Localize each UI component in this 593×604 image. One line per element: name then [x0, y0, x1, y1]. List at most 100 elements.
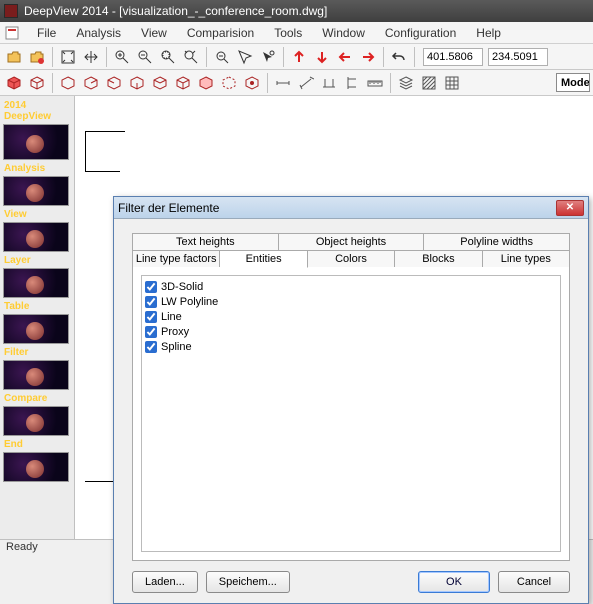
window-titlebar: DeepView 2014 - [visualization_-_confere…	[0, 0, 593, 22]
dim-horizontal-icon[interactable]	[318, 72, 340, 94]
sidebar-item-home[interactable]: 2014 DeepView	[3, 100, 71, 161]
layers-icon[interactable]	[395, 72, 417, 94]
menu-file[interactable]: File	[28, 24, 65, 42]
hatch-icon[interactable]	[418, 72, 440, 94]
tab-polyline-widths[interactable]: Polyline widths	[424, 233, 570, 250]
coord-y: 234.5091	[488, 48, 548, 66]
model-space-label[interactable]: Model	[556, 73, 590, 92]
list-item-label: Proxy	[161, 326, 189, 338]
cancel-button[interactable]: Cancel	[498, 571, 570, 593]
menu-tools[interactable]: Tools	[265, 24, 311, 42]
cube-view7-icon[interactable]	[195, 72, 217, 94]
list-item[interactable]: Proxy	[145, 324, 557, 339]
list-item[interactable]: Spline	[145, 339, 557, 354]
zoom-window-icon[interactable]	[157, 46, 179, 68]
menu-window[interactable]: Window	[313, 24, 374, 42]
ok-button[interactable]: OK	[418, 571, 490, 593]
checkbox[interactable]	[145, 341, 157, 353]
arrow-up-icon[interactable]	[288, 46, 310, 68]
sidebar-item-label: Table	[3, 301, 71, 312]
sidebar-item-label: Compare	[3, 393, 71, 404]
zoom-selection-icon[interactable]	[234, 46, 256, 68]
sidebar-item-view[interactable]: View	[3, 209, 71, 253]
sidebar-item-table[interactable]: Table	[3, 301, 71, 345]
sidebar-item-filter[interactable]: Filter	[3, 347, 71, 391]
list-item[interactable]: Line	[145, 309, 557, 324]
tab-line-types[interactable]: Line types	[483, 250, 570, 268]
tab-colors[interactable]: Colors	[308, 250, 395, 268]
sidebar-item-layer[interactable]: Layer	[3, 255, 71, 299]
menu-comparision[interactable]: Comparision	[178, 24, 263, 42]
tab-line-type-factors[interactable]: Line type factors	[132, 250, 220, 268]
menubar: File Analysis View Comparision Tools Win…	[0, 22, 593, 44]
load-button[interactable]: Laden...	[132, 571, 198, 593]
cube-outline-icon[interactable]	[26, 72, 48, 94]
arrow-down-icon[interactable]	[311, 46, 333, 68]
checkbox[interactable]	[145, 296, 157, 308]
menu-analysis[interactable]: Analysis	[67, 24, 130, 42]
cube-view2-icon[interactable]	[80, 72, 102, 94]
sidebar-item-label: Analysis	[3, 163, 71, 174]
cube-view9-icon[interactable]	[241, 72, 263, 94]
sidebar-item-analysis[interactable]: Analysis	[3, 163, 71, 207]
list-item[interactable]: LW Polyline	[145, 294, 557, 309]
dim-linear-icon[interactable]	[272, 72, 294, 94]
app-icon	[4, 4, 18, 18]
sidebar-item-label: Filter	[3, 347, 71, 358]
arrow-right-icon[interactable]	[357, 46, 379, 68]
menu-configuration[interactable]: Configuration	[376, 24, 465, 42]
dialog-title: Filter der Elemente	[118, 201, 556, 215]
list-item-label: Spline	[161, 341, 192, 353]
toolbar-2: Model	[0, 70, 593, 96]
cube-red-icon[interactable]	[3, 72, 25, 94]
cube-view6-icon[interactable]	[172, 72, 194, 94]
cube-view8-icon[interactable]	[218, 72, 240, 94]
sidebar-item-compare[interactable]: Compare	[3, 393, 71, 437]
ruler-icon[interactable]	[364, 72, 386, 94]
checkbox[interactable]	[145, 311, 157, 323]
tab-entities[interactable]: Entities	[220, 250, 307, 268]
open-icon[interactable]	[3, 46, 25, 68]
dim-aligned-icon[interactable]	[295, 72, 317, 94]
close-icon[interactable]: ✕	[556, 200, 584, 216]
entities-listbox[interactable]: 3D-Solid LW Polyline Line Proxy Spline	[141, 275, 561, 552]
grid-icon[interactable]	[441, 72, 463, 94]
zoom-in-icon[interactable]	[111, 46, 133, 68]
list-item[interactable]: 3D-Solid	[145, 279, 557, 294]
menu-view[interactable]: View	[132, 24, 176, 42]
zoom-realtime-icon[interactable]	[211, 46, 233, 68]
menu-help[interactable]: Help	[467, 24, 510, 42]
app-menu-icon[interactable]	[4, 25, 20, 41]
zoom-pick-icon[interactable]	[257, 46, 279, 68]
tab-blocks[interactable]: Blocks	[395, 250, 482, 268]
coord-x: 401.5806	[423, 48, 483, 66]
sidebar-item-label: View	[3, 209, 71, 220]
checkbox[interactable]	[145, 281, 157, 293]
tab-object-heights[interactable]: Object heights	[279, 233, 425, 250]
sidebar-item-end[interactable]: End	[3, 439, 71, 483]
open-red-icon[interactable]	[26, 46, 48, 68]
arrow-left-icon[interactable]	[334, 46, 356, 68]
undo-icon[interactable]	[388, 46, 410, 68]
dialog-titlebar[interactable]: Filter der Elemente ✕	[114, 197, 588, 219]
zoom-extents-icon[interactable]	[180, 46, 202, 68]
cube-view1-icon[interactable]	[57, 72, 79, 94]
toolbar-1: 401.5806 234.5091	[0, 44, 593, 70]
filter-dialog: Filter der Elemente ✕ Text heights Objec…	[113, 196, 589, 604]
cube-view4-icon[interactable]	[126, 72, 148, 94]
dim-vertical-icon[interactable]	[341, 72, 363, 94]
checkbox[interactable]	[145, 326, 157, 338]
list-item-label: Line	[161, 311, 182, 323]
sidebar-item-label: End	[3, 439, 71, 450]
list-item-label: 3D-Solid	[161, 281, 203, 293]
sidebar: 2014 DeepView Analysis View Layer Table …	[0, 96, 75, 539]
cube-view3-icon[interactable]	[103, 72, 125, 94]
save-button[interactable]: Speichem...	[206, 571, 290, 593]
zoom-out-icon[interactable]	[134, 46, 156, 68]
cube-view5-icon[interactable]	[149, 72, 171, 94]
pan-icon[interactable]	[80, 46, 102, 68]
fit-window-icon[interactable]	[57, 46, 79, 68]
tab-content: 3D-Solid LW Polyline Line Proxy Spline	[132, 267, 570, 561]
tab-text-heights[interactable]: Text heights	[132, 233, 279, 250]
list-item-label: LW Polyline	[161, 296, 218, 308]
